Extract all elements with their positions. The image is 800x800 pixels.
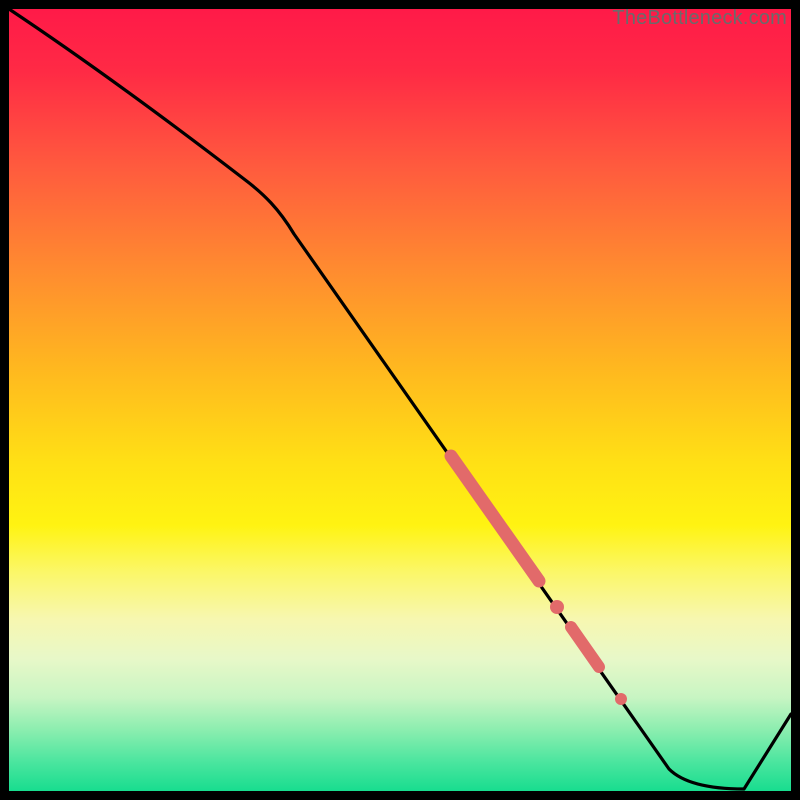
chart-frame: TheBottleneck.com	[9, 9, 791, 791]
marker-segment-1	[451, 456, 539, 581]
chart-svg	[9, 9, 791, 791]
watermark-text: TheBottleneck.com	[612, 7, 787, 30]
marker-dot-2	[615, 693, 627, 705]
marker-dot-1	[550, 600, 564, 614]
bottleneck-curve	[9, 9, 791, 789]
marker-segment-2	[571, 627, 599, 667]
